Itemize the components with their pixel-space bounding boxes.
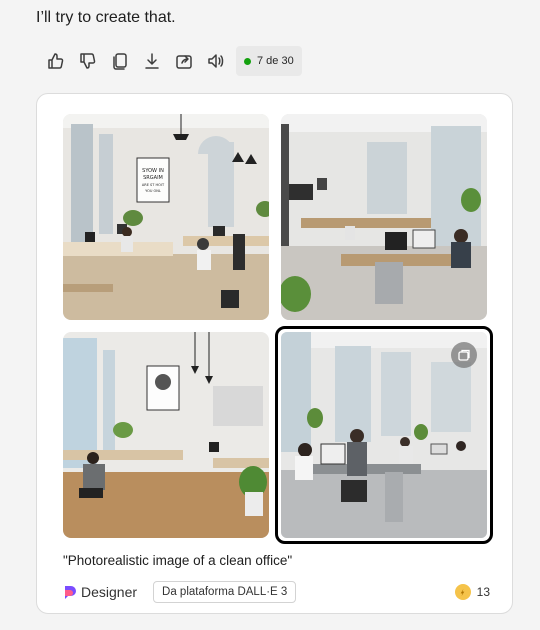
image-prompt-caption: "Photorealistic image of a clean office" [63, 553, 293, 568]
share-button[interactable] [168, 46, 200, 76]
image-result-card: SYOW IN SRGAIM ARE ST HOIT YOU ONL "Phot… [36, 93, 513, 614]
designer-brand[interactable]: Designer [63, 584, 137, 600]
download-button[interactable] [136, 46, 168, 76]
svg-text:SRGAIM: SRGAIM [143, 175, 163, 181]
speaker-icon [208, 54, 224, 68]
generated-image-4[interactable] [281, 332, 487, 538]
card-footer: Designer Da plataforma DALL·E 3 13 [63, 580, 490, 604]
copy-button[interactable] [104, 46, 136, 76]
thumbs-up-icon [48, 53, 64, 69]
download-icon [145, 53, 159, 69]
generated-image-2[interactable] [281, 114, 487, 320]
status-dot [244, 57, 251, 65]
share-image-icon [458, 349, 470, 361]
thumbs-down-icon [80, 53, 96, 69]
designer-logo-icon [65, 586, 76, 599]
boost-counter: 13 [454, 584, 490, 600]
message-actions-bar: 7 de 30 [40, 46, 302, 76]
generated-image-3[interactable] [63, 332, 269, 538]
thumbs-up-button[interactable] [40, 46, 72, 76]
boost-coin-icon [454, 584, 471, 600]
boost-count: 13 [476, 585, 490, 599]
svg-text:ARE ST HOIT: ARE ST HOIT [142, 183, 165, 187]
thumbs-down-button[interactable] [72, 46, 104, 76]
copy-icon [113, 53, 127, 70]
assistant-message: I’ll try to create that. [36, 9, 176, 26]
designer-label: Designer [81, 584, 138, 600]
turn-counter-label: 7 de 30 [257, 55, 294, 67]
turn-counter: 7 de 30 [236, 46, 302, 76]
platform-badge[interactable]: Da plataforma DALL·E 3 [153, 581, 297, 603]
read-aloud-button[interactable] [200, 46, 232, 76]
image-share-button[interactable] [451, 342, 477, 368]
svg-text:YOU ONL: YOU ONL [145, 189, 161, 193]
share-icon [176, 55, 192, 69]
generated-image-1[interactable]: SYOW IN SRGAIM ARE ST HOIT YOU ONL [63, 114, 269, 320]
generated-image-4-selected[interactable] [275, 326, 493, 544]
poster-text: SYOW IN [142, 168, 164, 174]
